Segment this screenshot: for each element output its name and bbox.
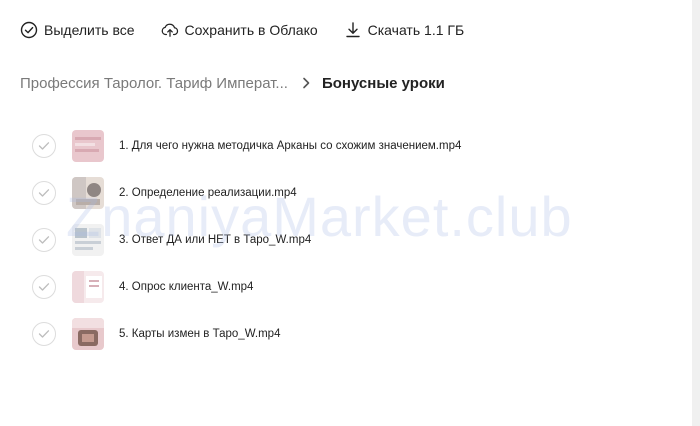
save-to-cloud-button[interactable]: Сохранить в Облако	[161, 18, 318, 42]
file-row[interactable]: 1. Для чего нужна методичка Арканы со сх…	[32, 126, 672, 166]
file-name: 1. Для чего нужна методичка Арканы со сх…	[119, 140, 462, 152]
file-row[interactable]: 3. Ответ ДА или НЕТ в Таро_W.mp4	[32, 220, 672, 260]
check-icon	[38, 330, 50, 338]
file-row[interactable]: 2. Определение реализации.mp4	[32, 173, 672, 213]
row-checkbox[interactable]	[32, 275, 56, 299]
file-name: 3. Ответ ДА или НЕТ в Таро_W.mp4	[119, 234, 312, 246]
check-icon	[38, 142, 50, 150]
video-thumbnail	[72, 318, 104, 350]
file-name: 2. Определение реализации.mp4	[119, 187, 297, 199]
cloud-upload-icon	[161, 21, 179, 39]
download-icon	[344, 21, 362, 39]
row-checkbox[interactable]	[32, 181, 56, 205]
row-checkbox[interactable]	[32, 228, 56, 252]
breadcrumb: Профессия Таролог. Тариф Императ... Бону…	[20, 72, 445, 94]
scrollbar-track[interactable]	[692, 0, 700, 426]
check-icon	[38, 283, 50, 291]
check-icon	[38, 189, 50, 197]
video-thumbnail	[72, 130, 104, 162]
save-to-cloud-label: Сохранить в Облако	[184, 22, 318, 38]
check-icon	[38, 236, 50, 244]
video-thumbnail	[72, 224, 104, 256]
breadcrumb-current: Бонусные уроки	[321, 74, 445, 92]
row-checkbox[interactable]	[32, 322, 56, 346]
file-browser-panel: Выделить все Сохранить в Облако Скачать …	[0, 0, 692, 426]
file-row[interactable]: 4. Опрос клиента_W.mp4	[32, 267, 672, 307]
file-name: 5. Карты измен в Таро_W.mp4	[119, 328, 281, 340]
file-row[interactable]: 5. Карты измен в Таро_W.mp4	[32, 314, 672, 354]
download-label: Скачать 1.1 ГБ	[367, 22, 465, 38]
row-checkbox[interactable]	[32, 134, 56, 158]
download-button[interactable]: Скачать 1.1 ГБ	[344, 18, 465, 42]
check-circle-icon	[20, 21, 38, 39]
file-name: 4. Опрос клиента_W.mp4	[119, 281, 254, 293]
video-thumbnail	[72, 271, 104, 303]
video-thumbnail	[72, 177, 104, 209]
breadcrumb-parent-link[interactable]: Профессия Таролог. Тариф Императ...	[20, 75, 288, 92]
select-all-label: Выделить все	[44, 22, 135, 38]
toolbar: Выделить все Сохранить в Облако Скачать …	[20, 18, 490, 42]
chevron-right-icon	[302, 77, 310, 89]
select-all-button[interactable]: Выделить все	[20, 18, 135, 42]
